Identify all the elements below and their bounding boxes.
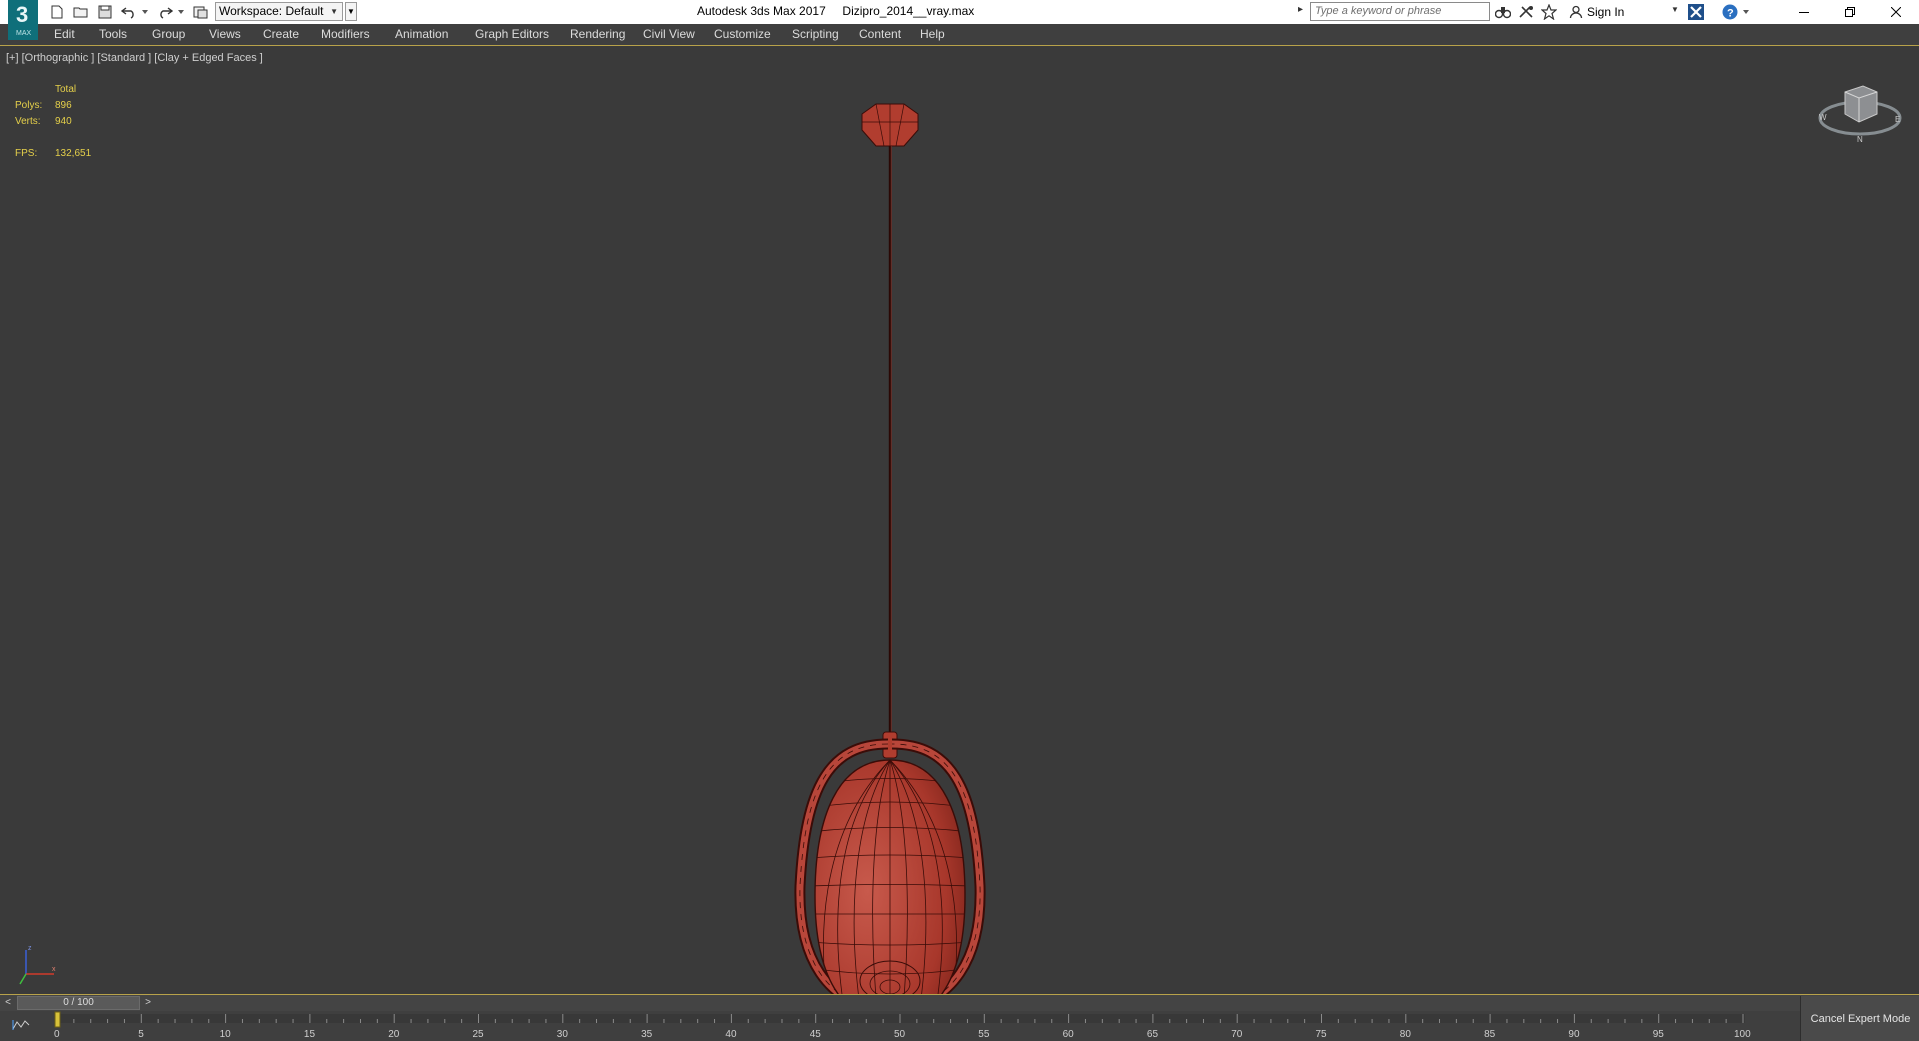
ruler-tick-label: 90 [1568,1029,1580,1040]
title-bar: 3 MAX Workspace: Default ▼ ▼ Autodesk 3d… [0,0,1919,40]
ruler-tick-label: 5 [138,1029,144,1040]
menu-bar: Edit Tools Group Views Create Modifiers … [0,24,1919,46]
ruler-tick-label: 55 [978,1029,990,1040]
svg-text:W: W [1819,113,1827,122]
viewcube-icon[interactable]: W E N [1815,76,1905,146]
binoculars-icon[interactable] [1494,3,1512,21]
ruler-tick-label: 25 [473,1029,485,1040]
ruler-tick-label: 45 [810,1029,822,1040]
redo-dropdown-icon[interactable] [176,3,186,21]
cancel-expert-mode-button[interactable]: Cancel Expert Mode [1800,996,1919,1041]
chevron-down-icon: ▼ [330,7,338,16]
ruler-tick-label: 40 [725,1029,737,1040]
menu-scripting[interactable]: Scripting [792,27,839,41]
autodesk-exchange-icon[interactable] [1687,3,1705,21]
menu-animation[interactable]: Animation [395,27,448,41]
help-icon[interactable]: ? [1721,3,1739,21]
restore-button[interactable] [1827,0,1873,24]
menu-rendering[interactable]: Rendering [570,27,625,41]
stats-polys-label: Polys: [15,100,43,111]
axis-tripod-icon: z x [19,945,56,985]
ruler-tick-label: 60 [1063,1029,1075,1040]
ruler-tick-label: 65 [1147,1029,1159,1040]
user-icon [1567,3,1585,21]
menu-group[interactable]: Group [152,27,185,41]
communication-center-icon[interactable] [1517,3,1535,21]
redo-icon[interactable] [156,3,174,21]
project-folder-icon[interactable] [192,3,210,21]
stats-verts-value: 940 [55,116,72,127]
logo-glyph: 3 [16,2,28,27]
ruler-tick-label: 85 [1484,1029,1496,1040]
ruler-tick-label: 30 [557,1029,569,1040]
new-file-icon[interactable] [48,3,66,21]
menu-views[interactable]: Views [209,27,241,41]
search-input[interactable]: Type a keyword or phrase [1310,2,1490,21]
app-name: Autodesk 3ds Max 2017 [697,4,826,18]
search-expand-icon[interactable]: ▸ [1298,4,1303,15]
help-dropdown-icon[interactable] [1741,3,1751,21]
ruler-tick-label: 20 [388,1029,400,1040]
svg-text:z: z [28,945,32,952]
ruler-tick-label: 95 [1653,1029,1665,1040]
ruler-tick-label: 100 [1734,1029,1751,1040]
dome-shade [814,759,966,1022]
file-name: Dizipro_2014__vray.max [842,4,975,18]
3dsmax-logo-icon: 3 MAX [8,0,38,40]
menu-customize[interactable]: Customize [714,27,771,41]
ruler-tick-label: 15 [304,1029,316,1040]
ruler-tick-label: 75 [1316,1029,1328,1040]
stats-verts-label: Verts: [15,116,41,127]
stats-fps-label: FPS: [15,148,38,159]
ceiling-canopy [861,103,919,147]
viewport-label-menu[interactable]: [+] [Orthographic ] [Standard ] [Clay + … [6,52,263,64]
ruler-tick-label: 70 [1231,1029,1243,1040]
pendant-lamp-model[interactable] [770,96,1010,1026]
menu-modifiers[interactable]: Modifiers [321,27,370,41]
workspace-dropdown[interactable]: Workspace: Default ▼ [215,2,343,21]
menu-content[interactable]: Content [859,27,901,41]
menu-tools[interactable]: Tools [99,27,127,41]
menu-help[interactable]: Help [920,27,945,41]
frame-ruler[interactable]: 0 5 10 15 20 25 30 35 40 45 50 55 60 65 70 75 80 85 90 95 10… [0,1011,1800,1041]
search-placeholder: Type a keyword or phrase [1315,5,1442,17]
svg-text:?: ? [1727,8,1734,20]
stats-polys-value: 896 [55,100,72,111]
time-slider[interactable]: < 0 / 100 > [0,994,1919,1011]
workspace-label: Workspace: Default [219,4,324,18]
track-bar[interactable]: 0 5 10 15 20 25 30 35 40 45 50 55 60 65 70 75 80 85 90 95 10… [0,1011,1800,1041]
ruler-tick-label: 35 [641,1029,653,1040]
logo-sub: MAX [16,30,32,37]
close-button[interactable] [1873,0,1919,24]
ruler-tick-label: 50 [894,1029,906,1040]
menu-edit[interactable]: Edit [54,27,75,41]
svg-text:N: N [1857,135,1863,144]
star-favorites-icon[interactable] [1540,3,1558,21]
menu-create[interactable]: Create [263,27,299,41]
save-icon[interactable] [96,3,114,21]
next-frame-icon[interactable]: > [141,997,155,1009]
workspace-menu-button[interactable]: ▼ [345,2,357,21]
stats-total-label: Total [55,84,77,95]
orthographic-viewport[interactable]: [+] [Orthographic ] [Standard ] [Clay + … [0,46,1919,1022]
undo-dropdown-icon[interactable] [140,3,150,21]
minimize-button[interactable] [1781,0,1827,24]
window-title: Autodesk 3ds Max 2017 Dizipro_2014__vray… [697,4,974,18]
app-logo[interactable]: 3 MAX [8,0,38,40]
current-frame-marker[interactable] [54,1011,61,1028]
chevron-down-icon[interactable]: ▼ [1671,5,1679,14]
open-file-icon[interactable] [72,3,90,21]
previous-frame-icon[interactable]: < [1,997,15,1009]
sign-in-button[interactable]: Sign In [1587,5,1624,19]
ruler-tick-label: 0 [54,1029,60,1040]
svg-text:x: x [52,966,56,973]
menu-graph-editors[interactable]: Graph Editors [475,27,549,41]
ruler-tick-label: 80 [1400,1029,1412,1040]
menu-civil-view[interactable]: Civil View [643,27,695,41]
ruler-tick-label: 10 [220,1029,232,1040]
undo-icon[interactable] [120,3,138,21]
stats-fps-value: 132,651 [55,148,92,159]
svg-text:E: E [1895,115,1900,124]
time-slider-thumb[interactable]: 0 / 100 [17,996,140,1010]
